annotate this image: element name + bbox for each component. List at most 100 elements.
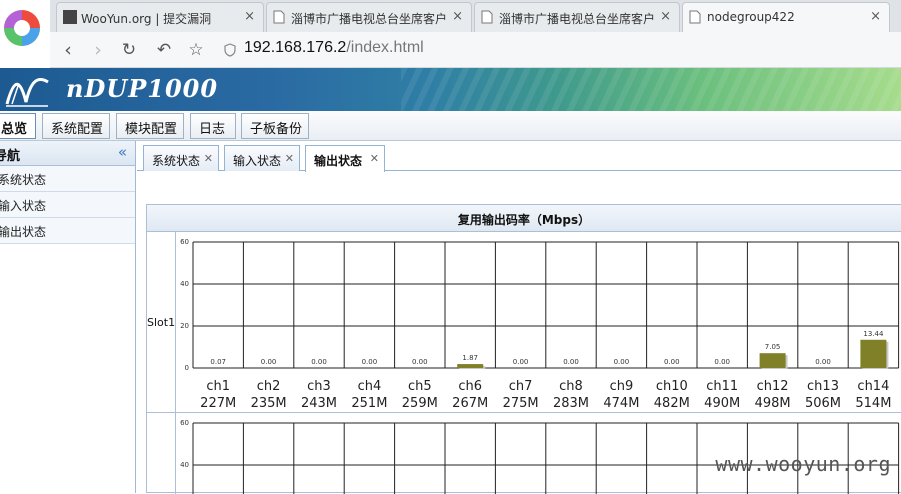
sidebar-item-system-status[interactable]: 系统状态: [0, 166, 135, 192]
browser-tab-2[interactable]: 淄博市广播电视总台坐席客户 ×: [266, 2, 472, 32]
page-icon: [273, 10, 287, 24]
url-field[interactable]: 192.168.176.2/index.html: [244, 39, 424, 57]
y-tick-label: 40: [180, 461, 189, 469]
data-label: 0.00: [815, 358, 831, 366]
sidebar-item-label: 输入状态: [0, 199, 47, 213]
watermark: www.wooyun.org: [715, 452, 891, 476]
x-tick-label: ch9: [610, 379, 634, 394]
data-label: 0.07: [210, 358, 226, 366]
menu-label: 子板备份: [250, 122, 303, 137]
x-tick-label: ch11: [706, 379, 738, 394]
browser-tab-title: 淄博市广播电视总台坐席客户: [291, 12, 448, 26]
page-icon: [689, 10, 703, 24]
sidebar-item-label: 系统状态: [0, 173, 47, 187]
wooyun-favicon-icon: [63, 10, 77, 24]
app-header: nDUP1000: [0, 68, 901, 111]
undo-icon[interactable]: ↶: [152, 38, 176, 62]
panel-title: 复用输出码率（Mbps）: [147, 205, 901, 232]
data-label: 0.00: [362, 358, 378, 366]
browser-tab-4[interactable]: nodegroup422 ×: [682, 2, 890, 32]
sidebar-item-output-status[interactable]: 输出状态: [0, 218, 135, 244]
browser-tab-title: 淄博市广播电视总台坐席客户: [499, 12, 656, 26]
x-tick-label: ch10: [656, 379, 688, 394]
x-tick-label: ch4: [358, 379, 382, 394]
tab-label: 输出状态: [314, 154, 363, 168]
data-label: 13.44: [863, 330, 884, 338]
data-label: 0.00: [513, 358, 529, 366]
slot-label: Slot1: [147, 316, 176, 329]
forward-icon[interactable]: ›: [86, 38, 110, 62]
tab-system-status[interactable]: 系统状态 ✕: [143, 145, 219, 171]
double-chevron-left-icon[interactable]: «: [118, 143, 127, 161]
close-icon[interactable]: ×: [870, 9, 881, 24]
menu-label: 日志: [199, 122, 226, 137]
x-tick-label: ch14: [857, 379, 889, 394]
x-tick-label: ch3: [307, 379, 331, 394]
content-tab-bar: 系统状态 ✕ 输入状态 ✕ 输出状态 ✕: [137, 141, 901, 172]
data-label: 0.00: [614, 358, 630, 366]
x-tick-label: 474M: [603, 396, 639, 411]
data-label: 0.00: [664, 358, 680, 366]
header-pattern: [401, 68, 901, 111]
close-icon[interactable]: ✕: [285, 152, 294, 165]
y-tick-label: 0: [185, 364, 189, 372]
browser-logo: [0, 0, 50, 68]
menu-overview[interactable]: 总览: [0, 113, 36, 139]
menu-label: 模块配置: [125, 122, 178, 137]
y-tick-label: 40: [180, 280, 189, 288]
x-tick-label: 227M: [200, 396, 236, 411]
output-bitrate-panel: 复用输出码率（Mbps） Slot1 60 40 20 0 0.07 ch1 227M 0.0…: [146, 204, 901, 494]
address-bar-row: ‹ › ↻ ↶ ☆ 192.168.176.2/index.html: [0, 32, 901, 68]
reload-icon[interactable]: ↻: [117, 38, 141, 62]
x-tick-label: 251M: [351, 396, 387, 411]
x-tick-label: ch12: [757, 379, 789, 394]
data-label: 0.00: [311, 358, 327, 366]
y-tick-label: 20: [180, 322, 189, 330]
close-icon[interactable]: ×: [244, 9, 255, 24]
tab-input-status[interactable]: 输入状态 ✕: [224, 145, 300, 171]
close-icon[interactable]: ×: [660, 9, 671, 24]
x-tick-label: ch5: [408, 379, 432, 394]
back-icon[interactable]: ‹: [56, 38, 80, 62]
x-tick-label: ch8: [559, 379, 583, 394]
data-label: 0.00: [412, 358, 428, 366]
bar: [860, 339, 887, 368]
close-icon[interactable]: ×: [452, 9, 463, 24]
close-icon[interactable]: ✕: [370, 152, 379, 165]
x-tick-label: 267M: [452, 396, 488, 411]
sidebar-title: 导航: [0, 149, 21, 164]
brand-logo-icon: [5, 78, 49, 107]
x-tick-label: 283M: [553, 396, 589, 411]
x-tick-label: 506M: [805, 396, 841, 411]
sidebar: 导航 « 系统状态 输入状态 输出状态: [0, 141, 136, 493]
x-tick-label: 514M: [855, 396, 891, 411]
x-tick-label: 259M: [402, 396, 438, 411]
bar: [457, 364, 484, 368]
menu-log[interactable]: 日志: [190, 113, 236, 139]
data-label: 7.05: [765, 343, 781, 351]
x-tick-label: ch2: [257, 379, 281, 394]
browser-tab-3[interactable]: 淄博市广播电视总台坐席客户 ×: [474, 2, 680, 32]
x-tick-label: 482M: [654, 396, 690, 411]
tab-output-status[interactable]: 输出状态 ✕: [305, 145, 385, 172]
menu-label: 总览: [1, 122, 28, 137]
x-tick-label: 490M: [704, 396, 740, 411]
url-host: 192.168.176.2: [244, 39, 347, 56]
browser-tab-strip: WooYun.org | 提交漏洞 × 淄博市广播电视总台坐席客户 × 淄博市广…: [0, 0, 901, 32]
menu-system-config[interactable]: 系统配置: [42, 113, 110, 139]
sidebar-item-input-status[interactable]: 输入状态: [0, 192, 135, 218]
x-tick-label: 498M: [755, 396, 791, 411]
url-path: /index.html: [346, 39, 424, 56]
menu-subboard-backup[interactable]: 子板备份: [241, 113, 309, 139]
x-tick-label: ch13: [807, 379, 839, 394]
shield-icon[interactable]: [224, 42, 236, 57]
x-tick-label: 235M: [251, 396, 287, 411]
tab-label: 系统状态: [152, 154, 201, 168]
page-icon: [481, 10, 495, 24]
menu-module-config[interactable]: 模块配置: [116, 113, 184, 139]
y-tick-label: 60: [180, 419, 189, 427]
x-tick-label: 243M: [301, 396, 337, 411]
browser-tab-1[interactable]: WooYun.org | 提交漏洞 ×: [56, 2, 264, 32]
bookmark-star-icon[interactable]: ☆: [184, 38, 208, 62]
close-icon[interactable]: ✕: [204, 152, 213, 165]
